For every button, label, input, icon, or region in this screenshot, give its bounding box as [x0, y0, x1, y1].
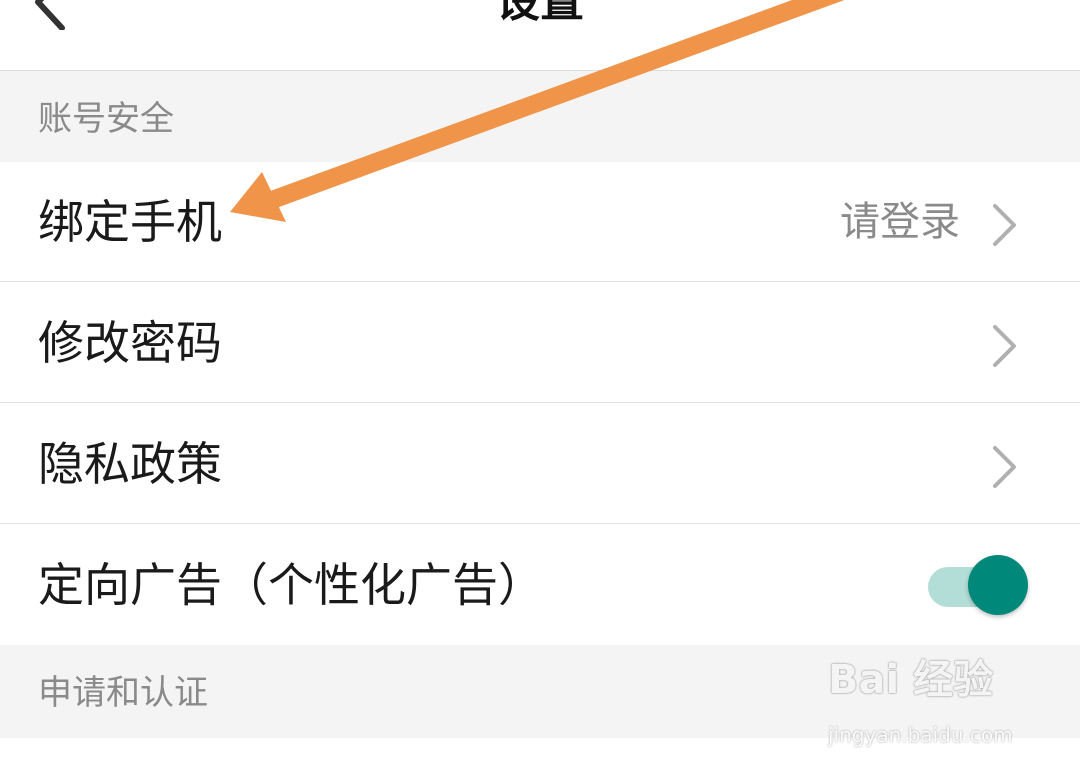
- row-label: 修改密码: [38, 316, 222, 370]
- row-targeted-ads: 定向广告（个性化广告）: [0, 525, 1080, 645]
- row-label: 定向广告（个性化广告）: [38, 558, 544, 612]
- targeted-ads-toggle[interactable]: [928, 555, 1028, 617]
- row-label: 绑定手机: [38, 195, 222, 249]
- page-title: 设置: [496, 0, 584, 27]
- row-change-password[interactable]: 修改密码: [0, 283, 1080, 403]
- row-value-login-prompt: 请登录: [840, 199, 960, 245]
- watermark-logo: Bai 经验: [828, 657, 994, 703]
- row-privacy-policy[interactable]: 隐私政策: [0, 404, 1080, 524]
- section-header-account-security: 账号安全: [0, 71, 1080, 162]
- chevron-right-icon: [993, 446, 1016, 488]
- chevron-right-icon: [993, 325, 1016, 367]
- chevron-right-icon: [993, 204, 1016, 246]
- app-header: 设置: [0, 0, 1080, 71]
- toggle-knob: [968, 555, 1028, 615]
- row-bind-phone[interactable]: 绑定手机 请登录: [0, 162, 1080, 282]
- watermark-url: jingyan.baidu.com: [828, 723, 1013, 747]
- baidu-watermark: Bai 经验 jingyan.baidu.com: [828, 655, 1048, 755]
- row-label: 隐私政策: [38, 437, 222, 491]
